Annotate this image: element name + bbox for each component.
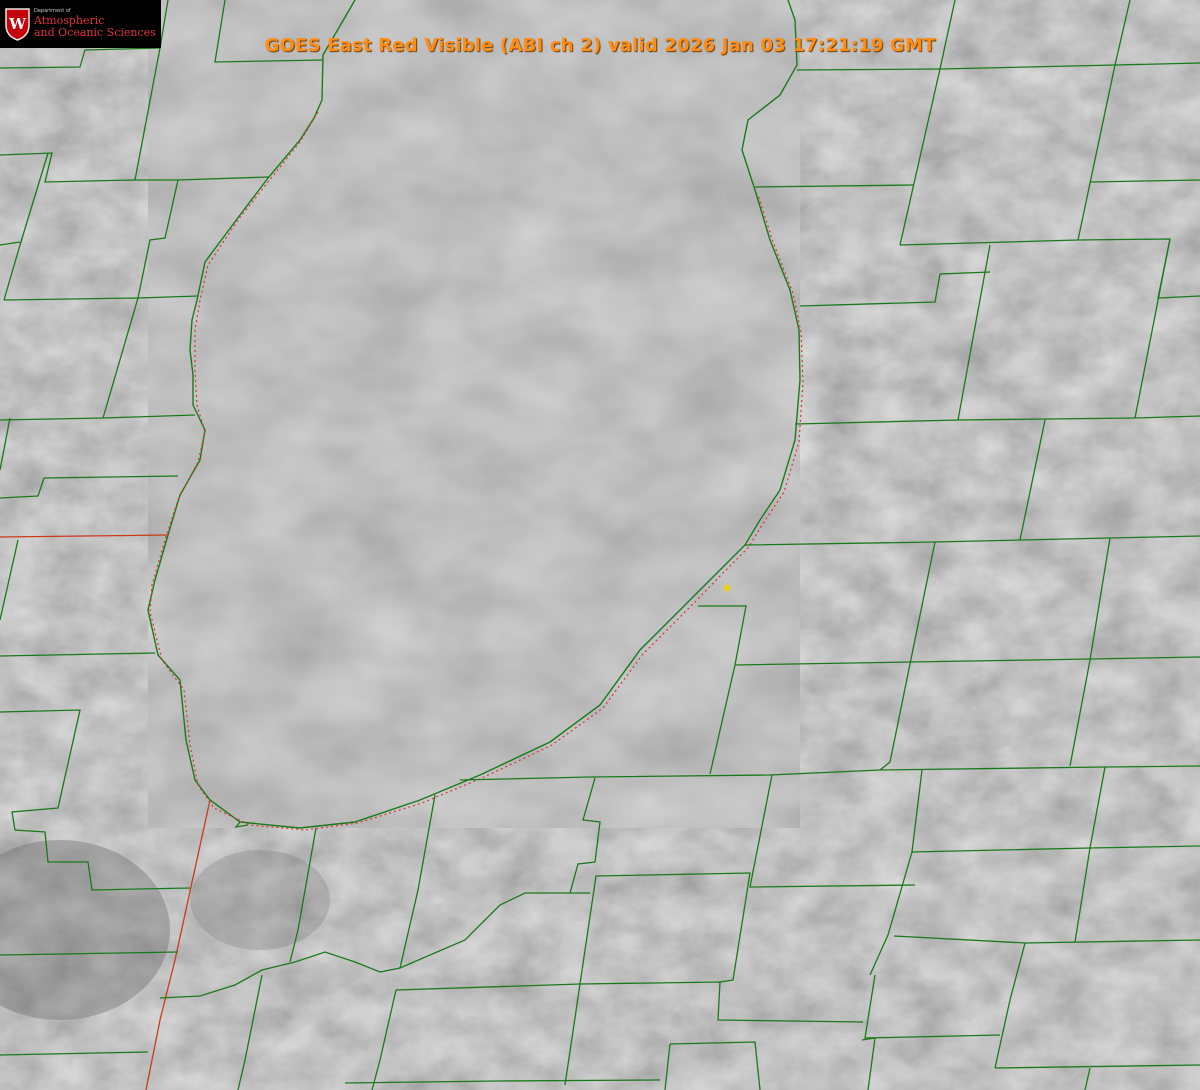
satellite-viewer: GOES East Red Visible (ABI ch 2) valid 2… (0, 0, 1200, 1090)
logo-oceanic: and Oceanic Sciences (34, 26, 156, 39)
logo-text: Department of Atmospheric and Oceanic Sc… (34, 9, 156, 39)
station-marker[interactable] (723, 584, 731, 592)
image-title: GOES East Red Visible (ABI ch 2) valid 2… (264, 35, 936, 56)
satellite-map[interactable] (0, 0, 1200, 1090)
uw-crest-icon: W (5, 8, 30, 41)
uw-aos-logo[interactable]: W Department of Atmospheric and Oceanic … (0, 0, 161, 48)
svg-text:W: W (8, 15, 27, 33)
